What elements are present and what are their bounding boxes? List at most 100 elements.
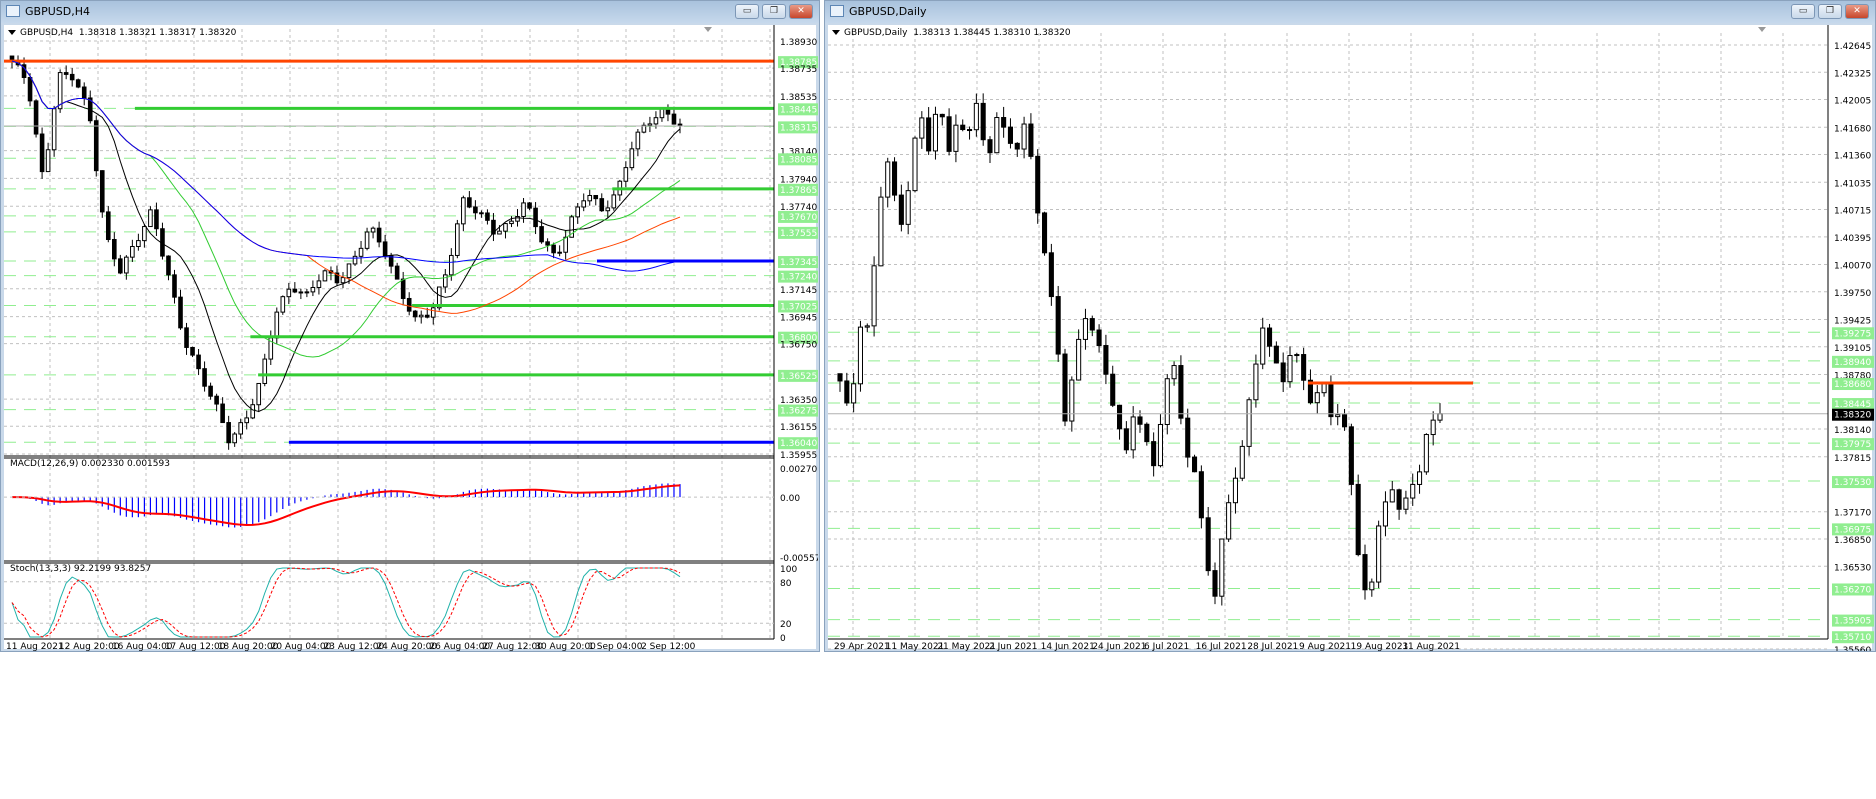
minimize-button[interactable]: ▭ xyxy=(1791,4,1815,19)
candle-bear xyxy=(382,241,388,257)
candle-bull xyxy=(286,288,292,298)
candle-bear xyxy=(1062,353,1068,422)
candle-bear xyxy=(599,198,605,212)
candle-bear xyxy=(1028,123,1034,157)
time-label: 28 Jul 2021 xyxy=(1247,642,1298,651)
candle-bull xyxy=(1232,477,1238,504)
shift-marker-icon xyxy=(704,27,712,32)
candle-bear xyxy=(208,385,213,397)
price-label: 1.41035 xyxy=(1834,179,1871,189)
candle-bear xyxy=(166,255,171,276)
candle-bull xyxy=(653,117,659,125)
candle-bear xyxy=(1007,126,1013,144)
time-label: 14 Jun 2021 xyxy=(1041,642,1095,651)
time-label: 23 Aug 12:00 xyxy=(324,642,385,651)
minimize-button[interactable]: ▭ xyxy=(735,4,759,19)
candle-bear xyxy=(1178,365,1184,419)
price-label: 1.39105 xyxy=(1834,344,1871,354)
price-label: 1.38735 xyxy=(780,65,817,75)
candle-bear xyxy=(190,346,195,356)
macd-max-label: 0.002707 xyxy=(780,465,818,475)
chart-area[interactable]: 1.38930 1.38785 1.38735 1.38535 1.38445 1.383… xyxy=(4,25,818,651)
candle-bear xyxy=(93,120,99,172)
candle-bull xyxy=(1164,378,1170,425)
candle-bull xyxy=(1260,327,1266,365)
candle-bear xyxy=(485,212,490,221)
candle-bear xyxy=(1055,296,1061,355)
candle-bull xyxy=(611,194,617,209)
candle-bear xyxy=(1362,554,1368,591)
candle-bull xyxy=(1082,318,1088,340)
candle-bull xyxy=(256,382,262,406)
window-titlebar[interactable]: GBPUSD,Daily ▭ ❐ ✕ xyxy=(825,1,1875,23)
restore-button[interactable]: ❐ xyxy=(1818,4,1842,19)
candle-bear xyxy=(75,79,81,88)
candle-bull xyxy=(587,194,593,202)
price-label-highlight: 1.38445 xyxy=(780,105,817,115)
time-label: 30 Aug 20:00 xyxy=(535,642,596,651)
time-label: 11 Aug 2021 xyxy=(6,642,64,651)
candle-bull xyxy=(885,161,891,198)
candle-bull xyxy=(130,246,135,258)
candle-bull xyxy=(497,230,502,235)
price-label-highlight: 1.38315 xyxy=(780,123,817,133)
candle-bull xyxy=(124,256,129,274)
window-titlebar[interactable]: GBPUSD,H4 ▭ ❐ ✕ xyxy=(1,1,819,23)
candle-bear xyxy=(551,244,556,254)
candle-bull xyxy=(57,72,63,110)
candle-bull xyxy=(455,223,460,256)
candle-bear xyxy=(1096,329,1102,347)
candle-bull xyxy=(1410,483,1416,499)
chart-ohlc: 1.38318 1.38321 1.38317 1.38320 xyxy=(78,28,237,38)
candle-bear xyxy=(1042,212,1048,254)
price-label-highlight: 1.37865 xyxy=(780,186,817,196)
stoch-label: Stoch(13,3,3) 92.2199 93.8257 xyxy=(10,564,152,574)
window-title: GBPUSD,Daily xyxy=(849,5,927,18)
candle-bear xyxy=(184,327,189,348)
price-label: 1.40715 xyxy=(1834,207,1871,217)
price-label: 1.39750 xyxy=(1834,289,1871,299)
candle-bear xyxy=(172,274,177,298)
candle-bull xyxy=(45,149,51,173)
candle-bear xyxy=(394,265,400,280)
price-label: 1.35560 xyxy=(1834,646,1871,651)
price-label-highlight: 1.36525 xyxy=(780,372,817,382)
candle-bull xyxy=(605,207,611,212)
macd-zero-label: 0.00 xyxy=(780,494,800,504)
price-chart-h4[interactable]: 1.389301.387851.387351.385351.384451.383… xyxy=(4,25,818,651)
candle-bull xyxy=(659,108,665,119)
candle-bull xyxy=(1423,434,1429,473)
candle-bear xyxy=(898,194,904,225)
dropdown-triangle-icon[interactable] xyxy=(832,30,840,35)
stoch-level-label: 80 xyxy=(780,579,792,589)
close-button[interactable]: ✕ xyxy=(789,4,813,19)
candle-bull xyxy=(1239,445,1245,479)
candle-bull xyxy=(563,236,568,253)
candle-bear xyxy=(1137,416,1143,425)
price-chart-daily[interactable]: 1.42645 1.42325 1.42005 1.41680 1.41360 1.410… xyxy=(828,25,1874,651)
restore-button[interactable]: ❐ xyxy=(762,4,786,19)
price-label: 1.40070 xyxy=(1834,262,1871,272)
time-label: 29 Apr 2021 xyxy=(834,642,890,651)
macd-min-label: -0.005572 xyxy=(780,554,818,564)
candle-bear xyxy=(214,395,219,405)
chart-area[interactable]: 1.42645 1.42325 1.42005 1.41680 1.41360 1.410… xyxy=(828,25,1874,651)
dropdown-triangle-icon[interactable] xyxy=(8,30,16,35)
candle-bull xyxy=(148,209,153,228)
candle-bull xyxy=(364,231,370,249)
close-button[interactable]: ✕ xyxy=(1845,4,1869,19)
time-label: 19 Aug 2021 xyxy=(1351,642,1409,651)
chart-window-gbpusd-h4[interactable]: GBPUSD,H4 ▭ ❐ ✕ 1.38930 1.38785 1.38735 1.3… xyxy=(0,0,820,652)
candle-bull xyxy=(1369,581,1375,591)
candle-bear xyxy=(154,209,159,230)
candle-bull xyxy=(878,196,884,267)
time-label: 16 Aug 04:00 xyxy=(112,642,173,651)
shift-marker-icon xyxy=(1758,27,1766,32)
candle-bull xyxy=(1403,497,1409,510)
candle-bull xyxy=(418,314,424,318)
price-label: 1.38930 xyxy=(780,38,817,48)
chart-window-gbpusd-daily[interactable]: GBPUSD,Daily ▭ ❐ ✕ 1.42645 1.42325 1.42005… xyxy=(824,0,1876,652)
candle-bear xyxy=(1123,428,1129,451)
candle-bull xyxy=(461,197,466,225)
candle-bear xyxy=(220,403,225,424)
